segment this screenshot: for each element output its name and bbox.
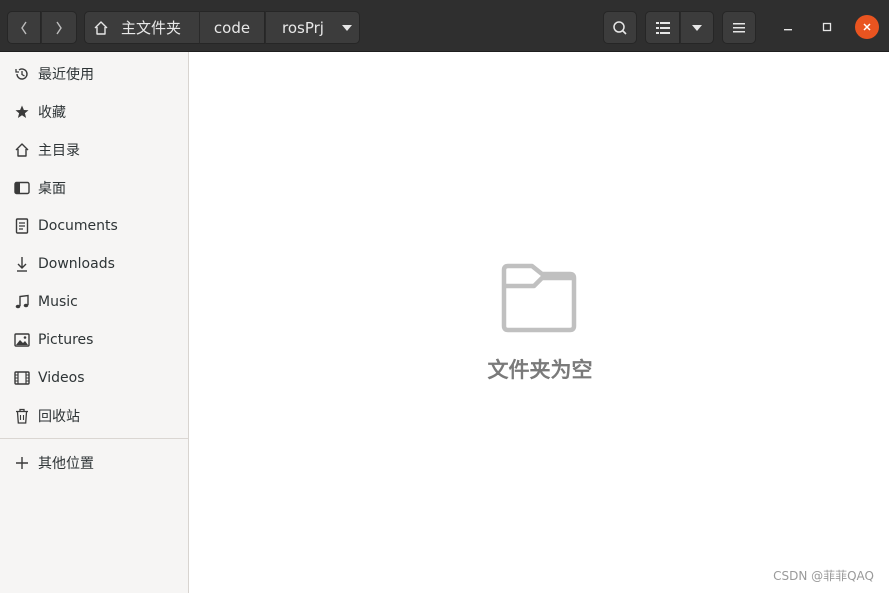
back-button[interactable]	[7, 11, 41, 44]
sidebar-item-label: Documents	[38, 218, 118, 234]
breadcrumb-code-label: code	[213, 18, 251, 37]
breadcrumb-home[interactable]: 主文件夹	[84, 11, 200, 44]
home-icon	[94, 20, 108, 35]
sidebar-item-label: 最近使用	[38, 67, 94, 83]
breadcrumb-code[interactable]: code	[199, 11, 265, 44]
search-button[interactable]	[603, 11, 637, 44]
file-view[interactable]: 文件夹为空 CSDN @菲菲QAQ	[189, 52, 889, 593]
hamburger-menu-icon	[733, 22, 745, 32]
sidebar-item-label: Videos	[38, 370, 85, 386]
plus-icon	[13, 454, 31, 472]
sidebar-item-label: Music	[38, 294, 78, 310]
sidebar-separator	[0, 438, 188, 439]
close-button[interactable]	[855, 15, 879, 39]
breadcrumb-home-label: 主文件夹	[121, 19, 182, 37]
sidebar-item-label: 桌面	[38, 181, 66, 197]
sidebar-item-label: 回收站	[38, 409, 80, 425]
watermark: CSDN @菲菲QAQ	[773, 569, 874, 583]
home-icon	[13, 141, 31, 159]
sidebar-item-label: 其他位置	[38, 456, 94, 472]
sidebar-item-videos[interactable]: Videos	[0, 359, 188, 397]
minimize-button[interactable]	[776, 15, 800, 39]
trash-icon	[13, 407, 31, 425]
breadcrumb-rosprj[interactable]: rosPrj	[265, 11, 360, 44]
close-icon	[863, 23, 871, 31]
desktop-icon	[13, 179, 31, 197]
sidebar-item-starred[interactable]: 收藏	[0, 93, 188, 131]
sidebar-item-trash[interactable]: 回收站	[0, 397, 188, 435]
header-bar: 主文件夹 code rosPrj	[0, 0, 889, 52]
chevron-left-icon	[21, 21, 27, 34]
caret-down-icon[interactable]	[341, 24, 352, 31]
maximize-icon	[822, 22, 832, 32]
empty-folder-label: 文件夹为空	[487, 358, 593, 382]
star-icon	[13, 103, 31, 121]
sidebar-item-label: Downloads	[38, 256, 115, 272]
list-view-button[interactable]	[645, 11, 680, 44]
maximize-button[interactable]	[815, 15, 839, 39]
breadcrumb-rosprj-label: rosPrj	[282, 18, 324, 37]
sidebar-item-recent[interactable]: 最近使用	[0, 55, 188, 93]
sidebar-item-home[interactable]: 主目录	[0, 131, 188, 169]
sidebar-item-music[interactable]: Music	[0, 283, 188, 321]
folder-icon	[501, 263, 577, 333]
picture-icon	[13, 331, 31, 349]
main-menu-button[interactable]	[722, 11, 756, 44]
minimize-icon	[784, 29, 792, 31]
sidebar-item-downloads[interactable]: Downloads	[0, 245, 188, 283]
search-icon	[613, 20, 627, 35]
sidebar: 最近使用 收藏 主目录 桌面 Documents Downloads Music…	[0, 52, 189, 593]
video-icon	[13, 369, 31, 387]
sidebar-item-desktop[interactable]: 桌面	[0, 169, 188, 207]
sidebar-item-other-locations[interactable]: 其他位置	[0, 444, 188, 482]
recent-icon	[13, 65, 31, 83]
sidebar-item-pictures[interactable]: Pictures	[0, 321, 188, 359]
sidebar-item-label: 主目录	[38, 143, 80, 159]
sidebar-item-documents[interactable]: Documents	[0, 207, 188, 245]
caret-down-icon	[692, 24, 702, 31]
chevron-right-icon	[56, 21, 62, 34]
forward-button[interactable]	[41, 11, 77, 44]
sidebar-item-label: 收藏	[38, 105, 66, 121]
music-icon	[13, 293, 31, 311]
document-icon	[13, 217, 31, 235]
download-icon	[13, 255, 31, 273]
view-options-button[interactable]	[680, 11, 714, 44]
sidebar-item-label: Pictures	[38, 332, 94, 348]
list-view-icon	[655, 21, 670, 34]
file-manager-window: 主文件夹 code rosPrj 最近使用 收藏 主目录 桌面 Document…	[0, 0, 889, 593]
